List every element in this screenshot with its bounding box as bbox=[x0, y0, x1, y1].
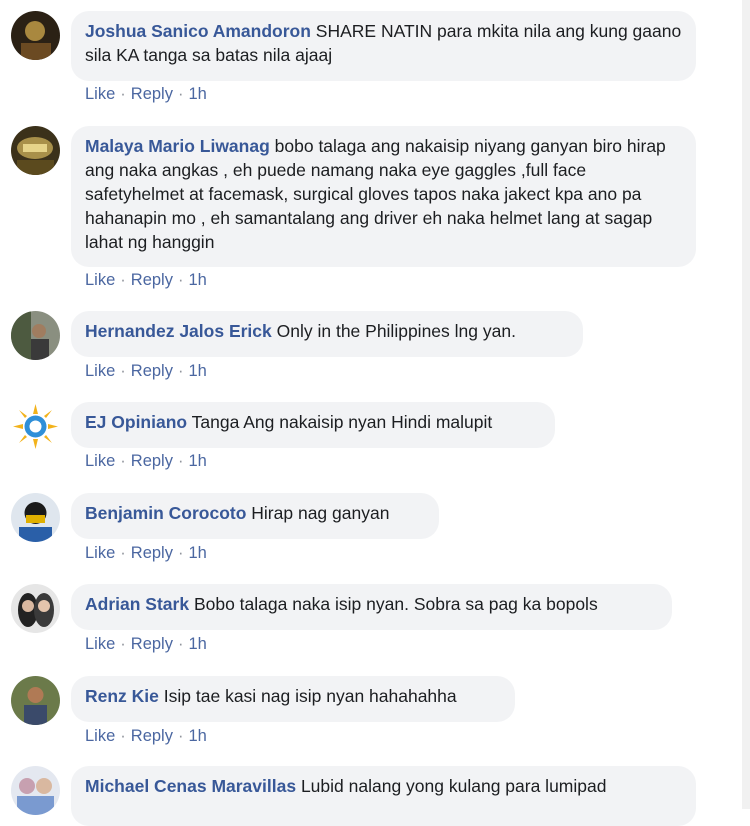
like-link[interactable]: Like bbox=[85, 635, 115, 653]
avatar[interactable] bbox=[11, 493, 60, 542]
timestamp-link[interactable]: 1h bbox=[188, 727, 206, 745]
like-link[interactable]: Like bbox=[85, 727, 115, 745]
comment-author[interactable]: Adrian Stark bbox=[85, 594, 189, 614]
reply-link[interactable]: Reply bbox=[131, 727, 173, 745]
reply-link[interactable]: Reply bbox=[131, 635, 173, 653]
comment-bubble: Michael Cenas Maravillas Lubid nalang yo… bbox=[71, 766, 696, 826]
comment-actions: Like · Reply · 1h bbox=[85, 544, 207, 563]
comment-text: Bobo talaga naka isip nyan. Sobra sa pag… bbox=[193, 594, 598, 614]
comment-bubble: Hernandez Jalos Erick Only in the Philip… bbox=[71, 311, 583, 357]
separator: · bbox=[120, 362, 126, 380]
comment-bubble: EJ Opiniano Tanga Ang nakaisip nyan Hind… bbox=[71, 402, 555, 448]
comment-actions: Like · Reply · 1h bbox=[85, 362, 207, 381]
separator: · bbox=[120, 85, 126, 103]
comment-text: Lubid nalang yong kulang para lumipad bbox=[300, 776, 607, 796]
reply-link[interactable]: Reply bbox=[131, 362, 173, 380]
comment-author[interactable]: Joshua Sanico Amandoron bbox=[85, 21, 311, 41]
separator: · bbox=[120, 271, 126, 289]
separator: · bbox=[177, 271, 184, 289]
avatar[interactable] bbox=[11, 584, 60, 633]
comment-actions: Like · Reply · 1h bbox=[85, 727, 207, 746]
separator: · bbox=[177, 727, 184, 745]
comment-author[interactable]: Hernandez Jalos Erick bbox=[85, 321, 272, 341]
like-link[interactable]: Like bbox=[85, 271, 115, 289]
comment-author[interactable]: Benjamin Corocoto bbox=[85, 503, 246, 523]
reply-link[interactable]: Reply bbox=[131, 85, 173, 103]
separator: · bbox=[177, 544, 184, 562]
timestamp-link[interactable]: 1h bbox=[188, 85, 206, 103]
reply-link[interactable]: Reply bbox=[131, 452, 173, 470]
avatar[interactable] bbox=[11, 11, 60, 60]
separator: · bbox=[177, 85, 184, 103]
comment-actions: Like · Reply · 1h bbox=[85, 271, 207, 290]
separator: · bbox=[120, 452, 126, 470]
reply-link[interactable]: Reply bbox=[131, 544, 173, 562]
like-link[interactable]: Like bbox=[85, 544, 115, 562]
avatar[interactable] bbox=[11, 766, 60, 815]
avatar[interactable] bbox=[11, 126, 60, 175]
reply-link[interactable]: Reply bbox=[131, 271, 173, 289]
comment-bubble: Benjamin Corocoto Hirap nag ganyan bbox=[71, 493, 439, 539]
comment-actions: Like · Reply · 1h bbox=[85, 635, 207, 654]
scrollbar[interactable] bbox=[742, 0, 750, 809]
comment-actions: Like · Reply · 1h bbox=[85, 452, 207, 471]
comment-bubble: Adrian Stark Bobo talaga naka isip nyan.… bbox=[71, 584, 672, 630]
comment-bubble: Malaya Mario Liwanag bobo talaga ang nak… bbox=[71, 126, 696, 267]
comment-text: Hirap nag ganyan bbox=[251, 503, 390, 523]
comment-bubble: Joshua Sanico Amandoron SHARE NATIN para… bbox=[71, 11, 696, 81]
separator: · bbox=[177, 635, 184, 653]
comment-bubble: Renz Kie Isip tae kasi nag isip nyan hah… bbox=[71, 676, 515, 722]
separator: · bbox=[177, 362, 184, 380]
comment-author[interactable]: EJ Opiniano bbox=[85, 412, 187, 432]
comment-author[interactable]: Michael Cenas Maravillas bbox=[85, 776, 296, 796]
comment-author[interactable]: Renz Kie bbox=[85, 686, 159, 706]
avatar[interactable] bbox=[11, 402, 60, 451]
avatar[interactable] bbox=[11, 676, 60, 725]
like-link[interactable]: Like bbox=[85, 362, 115, 380]
timestamp-link[interactable]: 1h bbox=[188, 362, 206, 380]
comment-actions: Like · Reply · 1h bbox=[85, 85, 207, 104]
comment-text: Only in the Philippines lng yan. bbox=[276, 321, 516, 341]
separator: · bbox=[120, 727, 126, 745]
timestamp-link[interactable]: 1h bbox=[188, 635, 206, 653]
like-link[interactable]: Like bbox=[85, 452, 115, 470]
separator: · bbox=[120, 544, 126, 562]
avatar[interactable] bbox=[11, 311, 60, 360]
comment-text: Tanga Ang nakaisip nyan Hindi malupit bbox=[191, 412, 493, 432]
timestamp-link[interactable]: 1h bbox=[188, 271, 206, 289]
separator: · bbox=[177, 452, 184, 470]
timestamp-link[interactable]: 1h bbox=[188, 544, 206, 562]
separator: · bbox=[120, 635, 126, 653]
comment-text: Isip tae kasi nag isip nyan hahahahha bbox=[163, 686, 457, 706]
like-link[interactable]: Like bbox=[85, 85, 115, 103]
comment-author[interactable]: Malaya Mario Liwanag bbox=[85, 136, 270, 156]
timestamp-link[interactable]: 1h bbox=[188, 452, 206, 470]
